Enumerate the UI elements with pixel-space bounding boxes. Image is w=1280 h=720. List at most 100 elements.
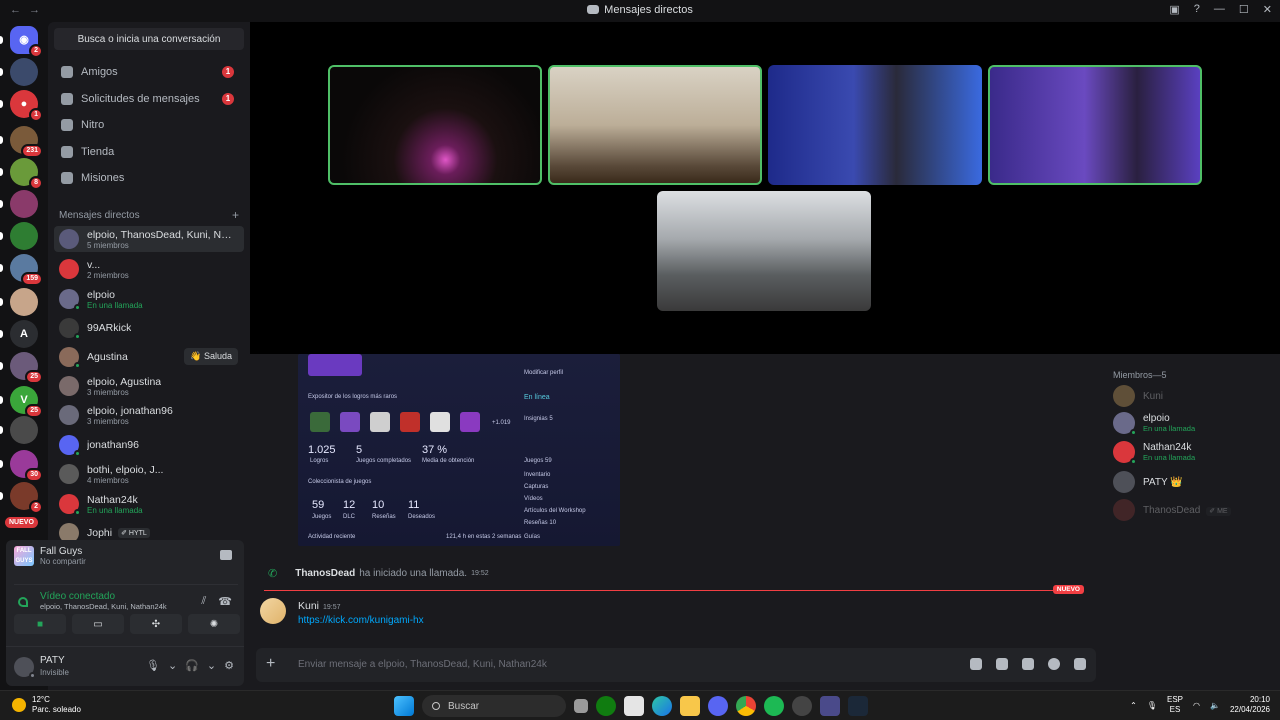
member-name-text: ThanosDead [1143, 504, 1201, 516]
server-icon-s11[interactable]: V 25 [0, 386, 43, 418]
volume-icon[interactable]: 🔈 [1210, 701, 1220, 710]
server-icon-s6[interactable] [0, 222, 38, 250]
spotify-icon[interactable] [764, 696, 784, 716]
activities-button[interactable]: ✣ [130, 614, 182, 634]
video-tile-2[interactable] [548, 65, 762, 185]
disconnect-icon[interactable]: ☎ [218, 595, 232, 608]
activity-game[interactable]: FALL GUYS Fall Guys No compartir [14, 546, 86, 566]
explorer-icon[interactable] [680, 696, 700, 716]
chevron-up-icon[interactable]: ⌃ [1130, 701, 1137, 710]
gift-icon[interactable] [970, 658, 982, 670]
soundboard-button[interactable]: ✺ [188, 614, 240, 634]
dm-item[interactable]: elpoio, Agustina 3 miembros [54, 373, 244, 399]
member-item[interactable]: PATY 👑 [1113, 471, 1183, 493]
member-item[interactable]: elpoio En una llamada [1113, 412, 1195, 436]
dm-item[interactable]: jonathan96 [54, 432, 244, 458]
message-link[interactable]: https://kick.com/kunigami-hx [298, 615, 424, 626]
new-unread-pill[interactable]: NUEVO [5, 517, 38, 528]
dm-item[interactable]: Agustina 👋 Saluda [54, 344, 244, 370]
message-input[interactable]: Enviar mensaje a elpoio, ThanosDead, Kun… [298, 659, 547, 670]
wave-button[interactable]: 👋 Saluda [184, 348, 238, 365]
apps-icon[interactable] [1074, 658, 1086, 670]
close-button[interactable]: ✕ [1263, 3, 1272, 16]
dm-item[interactable]: elpoio En una llamada [54, 286, 244, 312]
server-icon-home[interactable]: ◉ 2 [0, 26, 43, 58]
nav-item-nitro[interactable]: Nitro [54, 113, 244, 137]
edge-icon[interactable] [652, 696, 672, 716]
gear-icon[interactable]: ⚙ [224, 659, 234, 672]
dm-item[interactable]: elpoio, jonathan96 3 miembros [54, 402, 244, 428]
steam-profile-image[interactable]: Expositor de los logros más raros +1.019… [298, 354, 620, 546]
member-item[interactable]: Nathan24k En una llamada [1113, 441, 1195, 465]
dm-item[interactable]: v... 2 miembros [54, 256, 244, 282]
video-tile-4[interactable] [988, 65, 1202, 185]
server-icon-s14[interactable]: 2 [0, 482, 43, 514]
author-name[interactable]: Kuni [298, 600, 319, 612]
server-icon-s5[interactable] [0, 190, 38, 218]
server-icon-s2[interactable]: ● 1 [0, 90, 43, 122]
server-icon-s3[interactable]: 231 [0, 126, 43, 158]
share-screen-button[interactable]: ▭ [72, 614, 124, 634]
xbox-icon[interactable] [596, 696, 616, 716]
signal-icon[interactable] [18, 597, 28, 607]
chevron-down-icon[interactable]: ⌄ [168, 659, 177, 672]
avatar[interactable] [260, 598, 286, 624]
language-indicator[interactable]: ESP ES [1167, 695, 1183, 715]
discord-active-icon[interactable] [820, 696, 840, 716]
server-icon-s7[interactable]: 159 [0, 254, 43, 286]
avatar[interactable] [14, 657, 36, 679]
minimize-button[interactable]: — [1214, 3, 1225, 16]
member-item[interactable]: Kuni [1113, 385, 1163, 407]
stream-game-icon[interactable] [220, 550, 232, 560]
nav-item-solicitudes-de-mensajes[interactable]: Solicitudes de mensajes 1 [54, 87, 244, 111]
help-icon[interactable]: ? [1194, 3, 1200, 16]
mic-icon[interactable]: 🎙 [146, 659, 160, 672]
windows-start-icon[interactable] [394, 696, 414, 716]
wifi-icon[interactable]: ◠ [1193, 701, 1200, 710]
add-attachment-icon[interactable]: + [266, 655, 275, 673]
camera-button[interactable]: ■ [14, 614, 66, 634]
nav-item-misiones[interactable]: Misiones [54, 166, 244, 190]
nav-item-amigos[interactable]: Amigos 1 [54, 60, 244, 84]
task-view-icon[interactable] [574, 699, 588, 713]
mic-tray-icon[interactable]: 🎙 [1147, 701, 1157, 710]
server-icon-s1[interactable] [0, 58, 38, 86]
nav-item-tienda[interactable]: Tienda [54, 140, 244, 164]
taskbar-search[interactable]: Buscar [422, 695, 566, 717]
emoji-icon[interactable] [1048, 658, 1060, 670]
dm-item[interactable]: 99ARkick [54, 315, 244, 341]
video-tile-5[interactable] [657, 191, 871, 311]
search-input[interactable]: Busca o inicia una conversación [54, 28, 244, 50]
chrome-icon[interactable] [736, 696, 756, 716]
weather-widget[interactable]: 12°C Parc. soleado [12, 695, 81, 715]
server-icon-s13[interactable]: 30 [0, 450, 43, 482]
shop-icon [61, 146, 73, 158]
call-starter[interactable]: ThanosDead [295, 568, 355, 579]
dm-item[interactable]: Nathan24k En una llamada [54, 491, 244, 517]
server-icon-s8[interactable] [0, 288, 38, 316]
clock[interactable]: 20:10 22/04/2026 [1230, 695, 1270, 715]
video-tile-1[interactable] [328, 65, 542, 185]
inbox-icon[interactable]: ▣ [1169, 3, 1179, 16]
dm-item[interactable]: bothi, elpoio, J... 4 miembros [54, 461, 244, 487]
chevron-down-icon[interactable]: ⌄ [207, 659, 216, 672]
noise-suppression-icon[interactable]: ⫽ [201, 595, 206, 608]
steam-icon[interactable] [848, 696, 868, 716]
headphones-icon[interactable]: 🎧 [185, 659, 199, 672]
server-icon-s4[interactable]: 8 [0, 158, 43, 190]
dm-item[interactable]: elpoio, ThanosDead, Kuni, Nathan24k5 mie… [54, 226, 244, 252]
create-dm-icon[interactable]: + [232, 208, 239, 222]
server-icon-s9[interactable]: A [0, 320, 38, 348]
sticker-icon[interactable] [1022, 658, 1034, 670]
server-icon-s10[interactable]: 25 [0, 352, 43, 384]
user-name[interactable]: PATY [40, 655, 65, 666]
store-icon[interactable] [624, 696, 644, 716]
video-tile-3[interactable] [768, 65, 982, 185]
gif-icon[interactable] [996, 658, 1008, 670]
app-icon[interactable] [792, 696, 812, 716]
server-icon-s12[interactable] [0, 416, 38, 444]
member-item[interactable]: ThanosDead ✐ ME [1113, 499, 1231, 521]
maximize-button[interactable]: ☐ [1239, 3, 1249, 16]
shot-juegos-label: Juegos [524, 458, 544, 464]
discord-taskbar-icon[interactable] [708, 696, 728, 716]
